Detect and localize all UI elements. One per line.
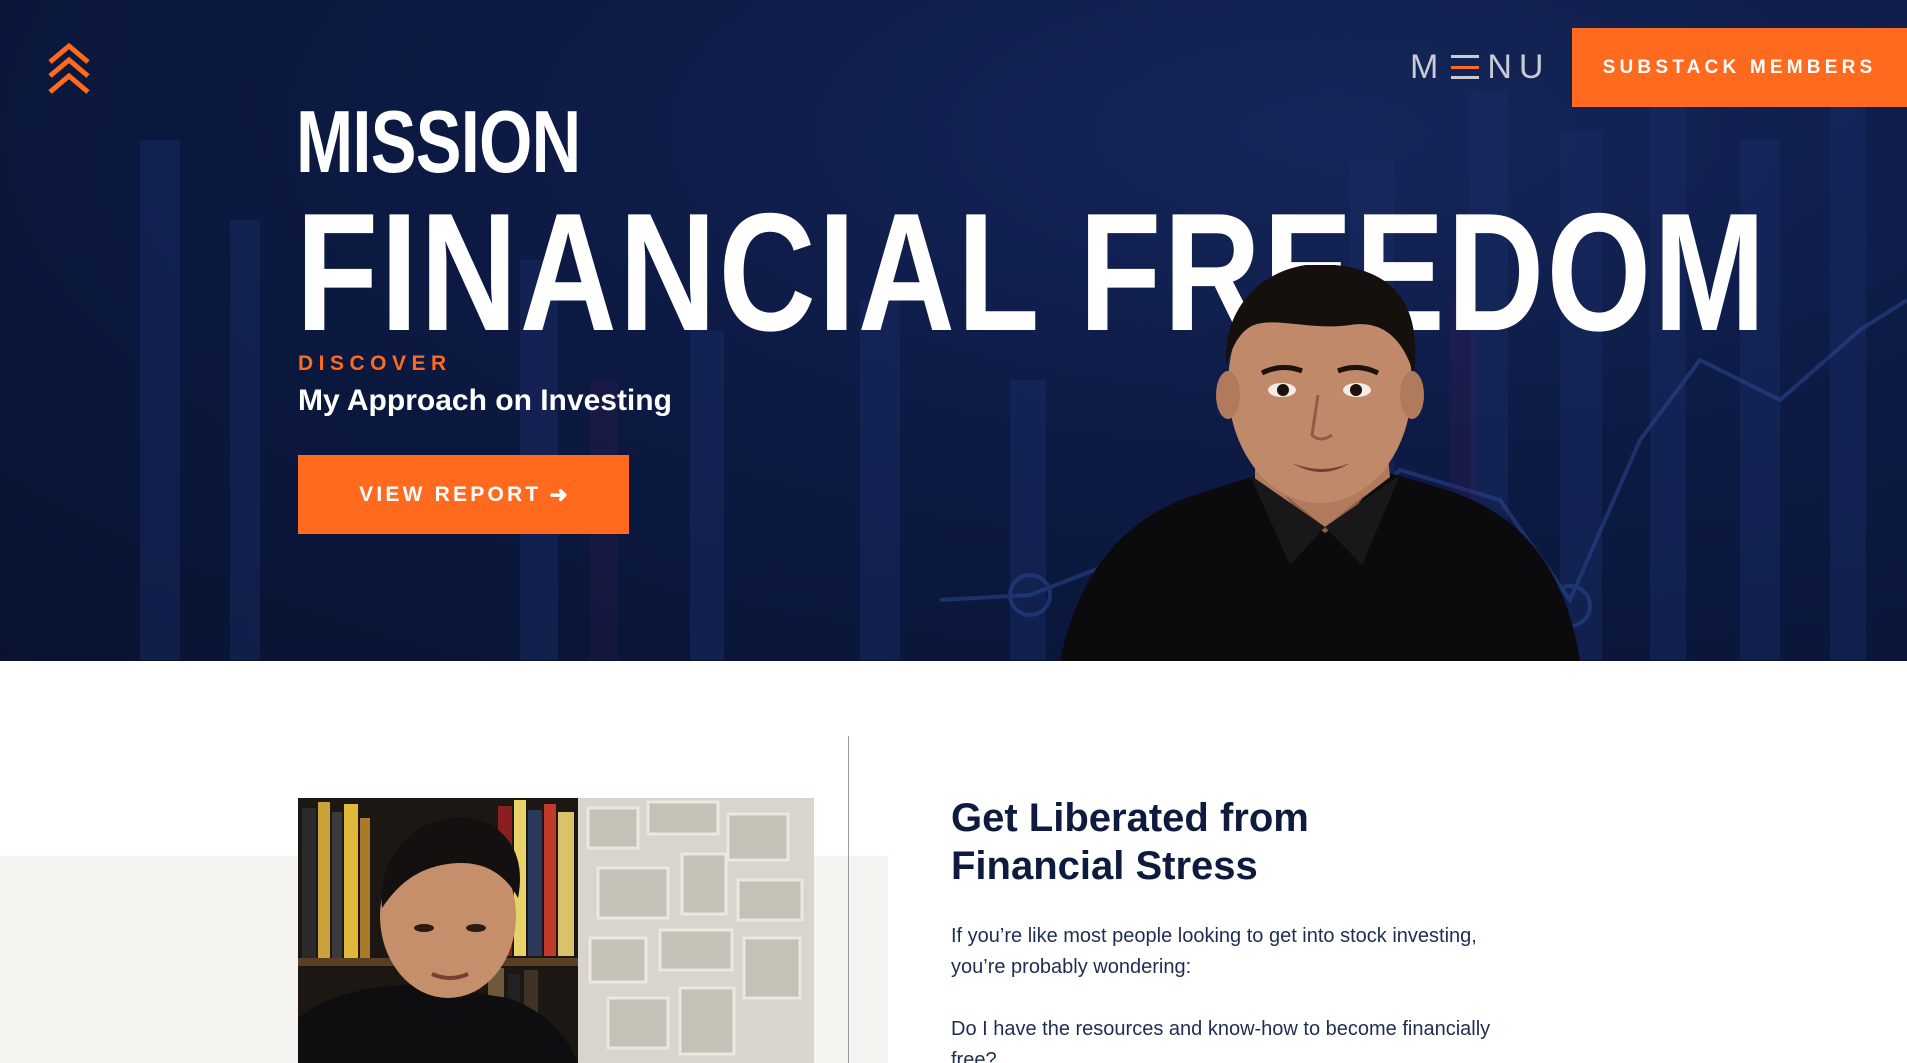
hero-portrait-image — [1060, 265, 1580, 661]
author-photo — [298, 798, 814, 1063]
hero-title-line1: MISSION — [296, 92, 581, 191]
intro-paragraph-2: Do I have the resources and know-how to … — [951, 1018, 1491, 1063]
vertical-divider — [848, 736, 849, 1063]
hero-eyebrow: DISCOVER — [298, 352, 452, 375]
menu-label-m: M — [1410, 47, 1446, 86]
section-heading-line2: Financial Stress — [951, 844, 1258, 888]
logo-icon[interactable] — [46, 40, 92, 96]
hamburger-icon — [1451, 55, 1480, 79]
view-report-label: VIEW REPORT — [359, 482, 542, 506]
menu-label-rest: NU — [1487, 47, 1551, 86]
section-heading-line1: Get Liberated from — [951, 796, 1309, 840]
menu-button[interactable]: M NU — [1410, 48, 1550, 86]
hero-subtitle: My Approach on Investing — [298, 384, 672, 417]
arrow-right-icon: ➜ — [549, 481, 568, 507]
view-report-button[interactable]: VIEW REPORT ➜ — [298, 455, 629, 534]
section-heading: Get Liberated from Financial Stress — [951, 794, 1471, 890]
hero-section: M NU SUBSTACK MEMBERS MISSION FINANCIAL … — [0, 0, 1907, 661]
intro-paragraph-1: If you’re like most people looking to ge… — [951, 925, 1477, 978]
substack-members-button[interactable]: SUBSTACK MEMBERS — [1572, 28, 1907, 107]
